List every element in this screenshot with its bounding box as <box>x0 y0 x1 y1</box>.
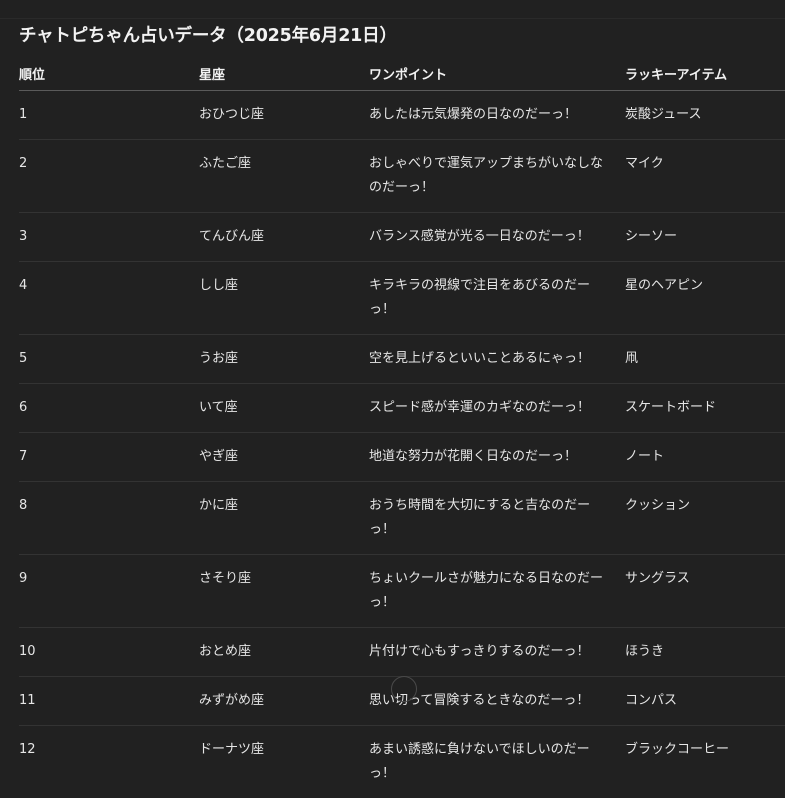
table-row: 2 ふたご座 おしゃべりで運気アップまちがいなしなのだーっ！ マイク <box>19 140 785 213</box>
item-cell: クッション <box>625 482 785 555</box>
rank-cell: 9 <box>19 555 199 628</box>
rank-cell: 12 <box>19 726 199 798</box>
table-row: 8 かに座 おうち時間を大切にすると吉なのだーっ！ クッション <box>19 482 785 555</box>
header-sign: 星座 <box>199 57 369 91</box>
sign-cell: ふたご座 <box>199 140 369 213</box>
table-row: 7 やぎ座 地道な努力が花開く日なのだーっ！ ノート <box>19 433 785 482</box>
rank-cell: 3 <box>19 213 199 262</box>
point-cell: バランス感覚が光る一日なのだーっ！ <box>369 213 625 262</box>
item-cell: ほうき <box>625 628 785 677</box>
rank-cell: 4 <box>19 262 199 335</box>
item-cell: 星のヘアピン <box>625 262 785 335</box>
table-row: 4 しし座 キラキラの視線で注目をあびるのだーっ！ 星のヘアピン <box>19 262 785 335</box>
table-row: 12 ドーナツ座 あまい誘惑に負けないでほしいのだーっ！ ブラックコーヒー <box>19 726 785 798</box>
point-cell: キラキラの視線で注目をあびるのだーっ！ <box>369 262 625 335</box>
sign-cell: しし座 <box>199 262 369 335</box>
point-cell: おしゃべりで運気アップまちがいなしなのだーっ！ <box>369 140 625 213</box>
sign-cell: おとめ座 <box>199 628 369 677</box>
point-cell: あまい誘惑に負けないでほしいのだーっ！ <box>369 726 625 798</box>
item-cell: コンパス <box>625 677 785 726</box>
rank-cell: 6 <box>19 384 199 433</box>
point-cell: あしたは元気爆発の日なのだーっ！ <box>369 91 625 140</box>
rank-cell: 2 <box>19 140 199 213</box>
point-cell: ちょいクールさが魅力になる日なのだーっ！ <box>369 555 625 628</box>
sign-cell: てんびん座 <box>199 213 369 262</box>
item-cell: ブラックコーヒー <box>625 726 785 798</box>
point-cell: 地道な努力が花開く日なのだーっ！ <box>369 433 625 482</box>
table-row: 6 いて座 スピード感が幸運のカギなのだーっ！ スケートボード <box>19 384 785 433</box>
top-divider <box>0 18 785 19</box>
table-row: 1 おひつじ座 あしたは元気爆発の日なのだーっ！ 炭酸ジュース <box>19 91 785 140</box>
sign-cell: おひつじ座 <box>199 91 369 140</box>
sign-cell: うお座 <box>199 335 369 384</box>
table-row: 10 おとめ座 片付けで心もすっきりするのだーっ！ ほうき <box>19 628 785 677</box>
rank-cell: 7 <box>19 433 199 482</box>
header-item: ラッキーアイテム <box>625 57 785 91</box>
sign-cell: みずがめ座 <box>199 677 369 726</box>
scroll-to-bottom-button[interactable] <box>391 676 417 702</box>
sign-cell: さそり座 <box>199 555 369 628</box>
point-cell: おうち時間を大切にすると吉なのだーっ！ <box>369 482 625 555</box>
rank-cell: 1 <box>19 91 199 140</box>
table-row: 9 さそり座 ちょいクールさが魅力になる日なのだーっ！ サングラス <box>19 555 785 628</box>
table-row: 3 てんびん座 バランス感覚が光る一日なのだーっ！ シーソー <box>19 213 785 262</box>
rank-cell: 5 <box>19 335 199 384</box>
header-rank: 順位 <box>19 57 199 91</box>
page-title: チャトピちゃん占いデータ（2025年6月21日） <box>19 22 397 47</box>
sign-cell: ドーナツ座 <box>199 726 369 798</box>
rank-cell: 10 <box>19 628 199 677</box>
item-cell: スケートボード <box>625 384 785 433</box>
item-cell: 炭酸ジュース <box>625 91 785 140</box>
item-cell: シーソー <box>625 213 785 262</box>
point-cell: 空を見上げるといいことあるにゃっ！ <box>369 335 625 384</box>
table-header-row: 順位 星座 ワンポイント ラッキーアイテム <box>19 57 785 91</box>
item-cell: サングラス <box>625 555 785 628</box>
point-cell: スピード感が幸運のカギなのだーっ！ <box>369 384 625 433</box>
point-cell: 片付けで心もすっきりするのだーっ！ <box>369 628 625 677</box>
item-cell: マイク <box>625 140 785 213</box>
item-cell: ノート <box>625 433 785 482</box>
sign-cell: やぎ座 <box>199 433 369 482</box>
sign-cell: かに座 <box>199 482 369 555</box>
rank-cell: 11 <box>19 677 199 726</box>
table-row: 5 うお座 空を見上げるといいことあるにゃっ！ 凧 <box>19 335 785 384</box>
sign-cell: いて座 <box>199 384 369 433</box>
rank-cell: 8 <box>19 482 199 555</box>
header-point: ワンポイント <box>369 57 625 91</box>
item-cell: 凧 <box>625 335 785 384</box>
